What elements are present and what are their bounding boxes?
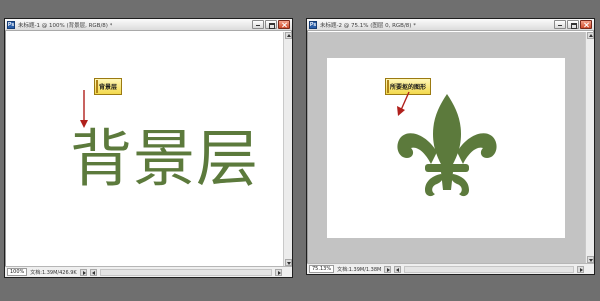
close-button[interactable] (278, 20, 290, 29)
canvas[interactable]: 背景层 背景层 (6, 32, 283, 266)
zoom-level-field[interactable]: 75.13% (309, 265, 335, 273)
horizontal-scrollbar[interactable] (99, 268, 272, 276)
photoshop-document-icon: Ps (309, 20, 317, 29)
window-title: 未标题-2 @ 75.1% (图层 0, RGB/8) * (320, 22, 416, 29)
horizontal-scrollbar[interactable] (404, 265, 574, 273)
close-button[interactable] (580, 20, 592, 29)
window-controls (252, 20, 290, 29)
scroll-down-icon[interactable] (587, 256, 594, 263)
maximize-button[interactable] (567, 20, 579, 29)
scroll-left-icon[interactable] (89, 268, 97, 276)
photoshop-document-icon: Ps (7, 20, 15, 29)
scroll-left-icon[interactable] (394, 265, 402, 273)
down-left-arrow-icon (397, 91, 410, 116)
document-window-1[interactable]: Ps 未标题-1 @ 100% (背景层, RGB/8) * 背景层 背景层 1… (4, 18, 293, 278)
annotation-note: 背景层 (94, 78, 123, 95)
window-title: 未标题-1 @ 100% (背景层, RGB/8) * (18, 22, 113, 29)
minimize-button[interactable] (252, 20, 264, 29)
canvas[interactable]: 所要抠的图形 (308, 32, 585, 263)
status-menu-arrow-icon[interactable] (384, 265, 392, 273)
scroll-up-icon[interactable] (285, 32, 292, 39)
background-layer-text: 背景层 (70, 122, 260, 195)
document-size-info: 文档:1.39M/426.9K (30, 269, 77, 276)
zoom-level-field[interactable]: 100% (7, 268, 28, 276)
minimize-button[interactable] (554, 20, 566, 29)
down-arrow-icon (80, 90, 88, 128)
document-window-2[interactable]: Ps 未标题-2 @ 75.1% (图层 0, RGB/8) * 所要抠的图形 … (306, 18, 595, 275)
document-size-info: 文档:1.39M/1.38M (337, 266, 382, 273)
scroll-up-icon[interactable] (587, 32, 594, 39)
window-titlebar[interactable]: Ps 未标题-1 @ 100% (背景层, RGB/8) * (5, 19, 292, 31)
scroll-right-icon[interactable] (275, 268, 282, 276)
scroll-down-icon[interactable] (285, 259, 292, 266)
document-canvas[interactable]: 所要抠的图形 (327, 58, 565, 238)
status-menu-arrow-icon[interactable] (79, 268, 87, 276)
vertical-scrollbar[interactable] (585, 32, 594, 263)
status-bar: 100% 文档:1.39M/426.9K (5, 266, 292, 277)
vertical-scrollbar[interactable] (283, 32, 292, 266)
window-titlebar[interactable]: Ps 未标题-2 @ 75.1% (图层 0, RGB/8) * (307, 19, 594, 31)
window-controls (554, 20, 592, 29)
scroll-right-icon[interactable] (577, 265, 584, 273)
maximize-button[interactable] (265, 20, 277, 29)
status-bar: 75.13% 文档:1.39M/1.38M (307, 263, 594, 274)
